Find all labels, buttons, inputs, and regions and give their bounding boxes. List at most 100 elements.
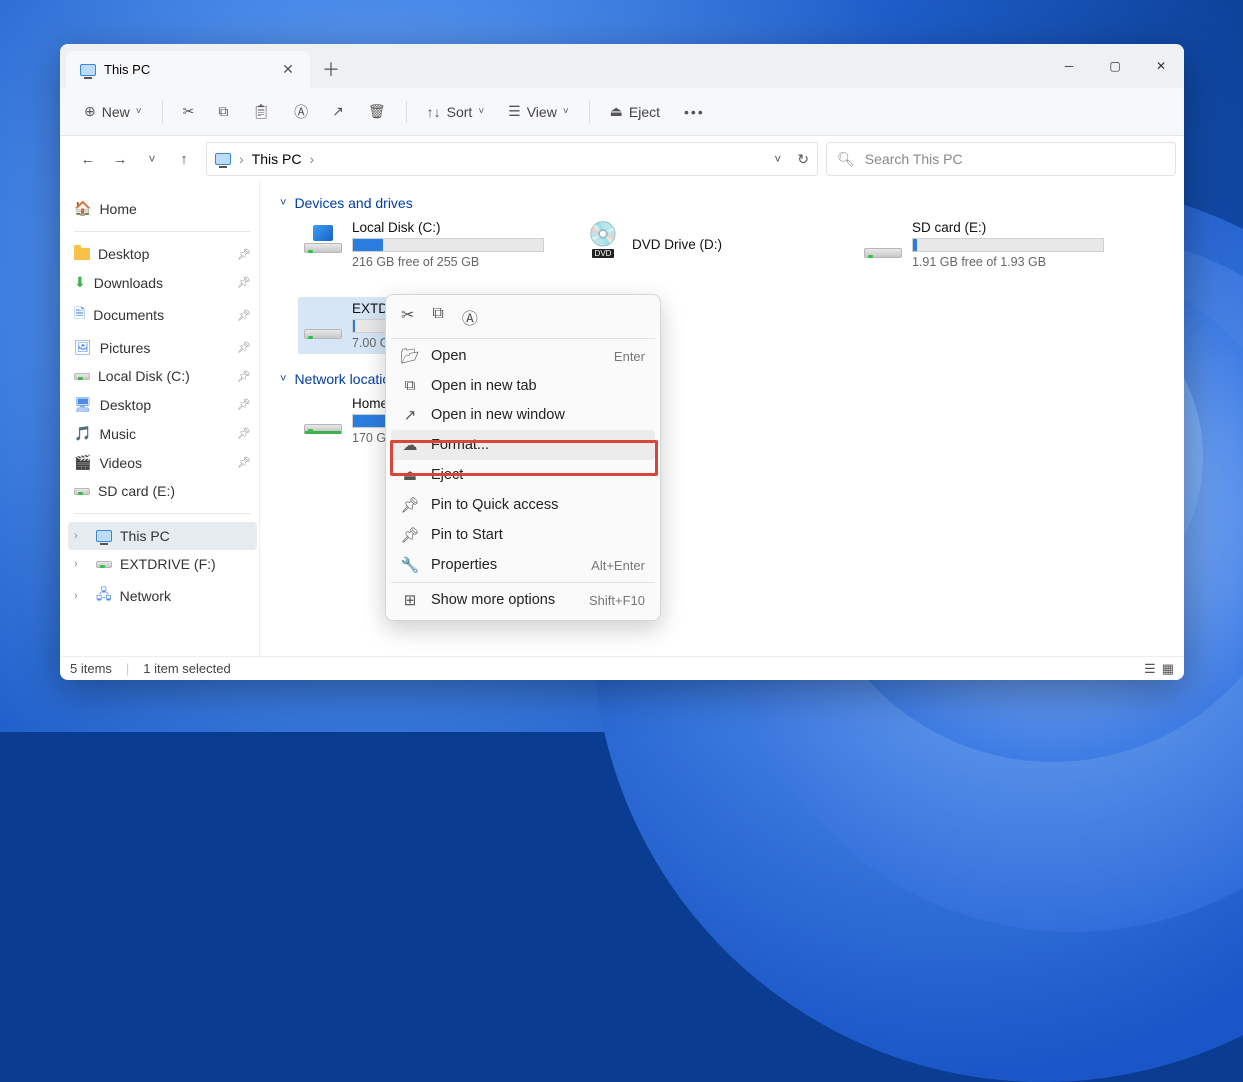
- sidebar-item-extdrive[interactable]: ›EXTDRIVE (F:): [68, 550, 257, 578]
- refresh-button[interactable]: ↻: [797, 151, 809, 168]
- sidebar-label: Documents: [93, 307, 164, 323]
- chevron-right-icon[interactable]: ›: [74, 530, 88, 542]
- sidebar-item-home[interactable]: 🏠 Home: [68, 194, 257, 223]
- pin-icon: 📌︎: [237, 309, 251, 322]
- rename-button[interactable]: Ⓐ: [286, 97, 316, 127]
- sidebar-item-videos[interactable]: 🎬Videos📌︎: [68, 448, 257, 477]
- tab-close-button[interactable]: ✕: [276, 58, 300, 82]
- ctx-hint: Enter: [614, 349, 645, 364]
- ctx-format[interactable]: ☁Format...: [391, 430, 655, 460]
- chevron-down-icon: ˅: [280, 373, 286, 385]
- new-tab-button[interactable]: ＋: [314, 52, 348, 86]
- forward-button[interactable]: →: [106, 145, 134, 173]
- view-label: View: [527, 104, 557, 120]
- address-row: ← → ˅ ↑ › This PC › ˅ ↻ 🔍︎ Search This P…: [60, 136, 1184, 182]
- pc-icon: [215, 153, 231, 165]
- sidebar-item-network[interactable]: ›🖧Network: [68, 578, 257, 614]
- properties-icon: 🔧: [401, 556, 419, 574]
- ctx-copy-button[interactable]: ⧉: [432, 305, 443, 329]
- ctx-open[interactable]: 📂︎OpenEnter: [391, 341, 655, 371]
- sidebar-item-pictures[interactable]: 🖼︎Pictures📌︎: [68, 333, 257, 362]
- dvd-icon: 💿: [588, 220, 618, 249]
- drive-icon: [74, 488, 90, 495]
- context-menu: ✂ ⧉ Ⓐ 📂︎OpenEnter ⧉Open in new tab ↗Open…: [385, 294, 661, 621]
- sidebar-label: Network: [120, 588, 171, 604]
- ctx-properties[interactable]: 🔧PropertiesAlt+Enter: [391, 550, 655, 580]
- plus-circle-icon: ⊕: [84, 103, 96, 120]
- sidebar-label: Local Disk (C:): [98, 368, 190, 384]
- details-view-button[interactable]: ☰: [1144, 661, 1156, 677]
- back-button[interactable]: ←: [74, 145, 102, 173]
- ctx-pin-start[interactable]: 📌︎Pin to Start: [391, 520, 655, 550]
- drive-local-disk-c[interactable]: Local Disk (C:)216 GB free of 255 GB: [298, 216, 548, 273]
- ctx-open-new-tab[interactable]: ⧉Open in new tab: [391, 371, 655, 400]
- sidebar-item-downloads[interactable]: ⬇Downloads📌︎: [68, 268, 257, 297]
- eject-icon: ⏏: [610, 103, 623, 120]
- tab-this-pc[interactable]: This PC ✕: [66, 51, 310, 88]
- paste-button[interactable]: 📋︎: [244, 98, 278, 125]
- breadcrumb-this-pc[interactable]: This PC: [252, 151, 302, 167]
- ctx-cut-button[interactable]: ✂: [401, 305, 414, 329]
- ctx-label: Open in new window: [431, 407, 565, 423]
- recent-button[interactable]: ˅: [138, 145, 166, 173]
- sidebar: 🏠 Home Desktop📌︎ ⬇Downloads📌︎ 🗎Documents…: [60, 182, 260, 656]
- ctx-label: Pin to Start: [431, 527, 503, 543]
- drive-icon: [96, 561, 112, 568]
- sidebar-label: Videos: [99, 455, 142, 471]
- sort-button[interactable]: ↑↓Sort˅: [419, 99, 493, 125]
- minimize-button[interactable]: ─: [1046, 44, 1092, 88]
- sidebar-item-documents[interactable]: 🗎Documents📌︎: [68, 297, 257, 333]
- sidebar-item-desktop2[interactable]: 🖥︎Desktop📌︎: [68, 390, 257, 419]
- sidebar-item-desktop[interactable]: Desktop📌︎: [68, 240, 257, 268]
- ctx-rename-button[interactable]: Ⓐ: [462, 305, 478, 329]
- sidebar-item-music[interactable]: 🎵Music📌︎: [68, 419, 257, 448]
- view-button[interactable]: ☰View˅: [500, 98, 577, 125]
- folder-open-icon: 📂︎: [401, 347, 419, 365]
- chevron-right-icon[interactable]: ›: [74, 558, 88, 570]
- maximize-button[interactable]: ▢: [1092, 44, 1138, 88]
- drive-capacity-bar: [912, 238, 1104, 252]
- cut-button[interactable]: ✂: [175, 98, 203, 125]
- drive-capacity-bar: [352, 238, 544, 252]
- ctx-show-more[interactable]: ⊞Show more optionsShift+F10: [391, 585, 655, 615]
- pin-icon: 📌︎: [237, 341, 251, 354]
- eject-button[interactable]: ⏏ Eject: [602, 98, 668, 125]
- pin-icon: 📌︎: [237, 276, 251, 289]
- tiles-view-button[interactable]: ▦: [1162, 661, 1174, 677]
- chevron-down-icon: ˅: [280, 197, 286, 209]
- pin-icon: 📌︎: [237, 398, 251, 411]
- delete-button[interactable]: 🗑︎: [360, 98, 394, 125]
- group-devices-header[interactable]: ˅Devices and drives: [280, 190, 1164, 216]
- chevron-right-icon[interactable]: ›: [74, 590, 88, 602]
- close-window-button[interactable]: ✕: [1138, 44, 1184, 88]
- sidebar-item-local-disk[interactable]: Local Disk (C:)📌︎: [68, 362, 257, 390]
- more-button[interactable]: •••: [676, 99, 713, 125]
- drive-sd-card-e[interactable]: SD card (E:)1.91 GB free of 1.93 GB: [858, 216, 1108, 273]
- ctx-label: Open in new tab: [431, 378, 537, 394]
- copy-button[interactable]: ⧉: [210, 98, 236, 125]
- up-button[interactable]: ↑: [170, 145, 198, 173]
- pin-icon: 📌︎: [237, 456, 251, 469]
- address-history-button[interactable]: ˅: [774, 152, 781, 166]
- drive-dvd-d[interactable]: 💿DVD DVD Drive (D:): [578, 216, 828, 273]
- ctx-eject[interactable]: ⏏Eject: [391, 460, 655, 490]
- status-selected-count: 1 item selected: [143, 661, 230, 676]
- share-button[interactable]: ↗: [324, 98, 352, 125]
- ctx-pin-quick-access[interactable]: 📌︎Pin to Quick access: [391, 490, 655, 520]
- new-button[interactable]: ⊕ New ˅: [76, 98, 150, 125]
- pin-icon: 📌︎: [401, 496, 419, 514]
- drive-free-text: 216 GB free of 255 GB: [352, 255, 544, 269]
- download-icon: ⬇: [74, 274, 86, 291]
- sidebar-label: Desktop: [98, 246, 149, 262]
- eject-label: Eject: [629, 104, 660, 120]
- folder-icon: [74, 248, 90, 260]
- home-icon: 🏠: [74, 200, 91, 217]
- new-label: New: [102, 104, 130, 120]
- sidebar-item-sdcard[interactable]: SD card (E:): [68, 477, 257, 505]
- ctx-open-new-window[interactable]: ↗Open in new window: [391, 400, 655, 430]
- sidebar-item-this-pc[interactable]: ›This PC: [68, 522, 257, 550]
- drive-icon: [864, 248, 902, 258]
- music-icon: 🎵: [74, 425, 91, 442]
- address-bar[interactable]: › This PC › ˅ ↻: [206, 142, 818, 176]
- search-box[interactable]: 🔍︎ Search This PC: [826, 142, 1176, 176]
